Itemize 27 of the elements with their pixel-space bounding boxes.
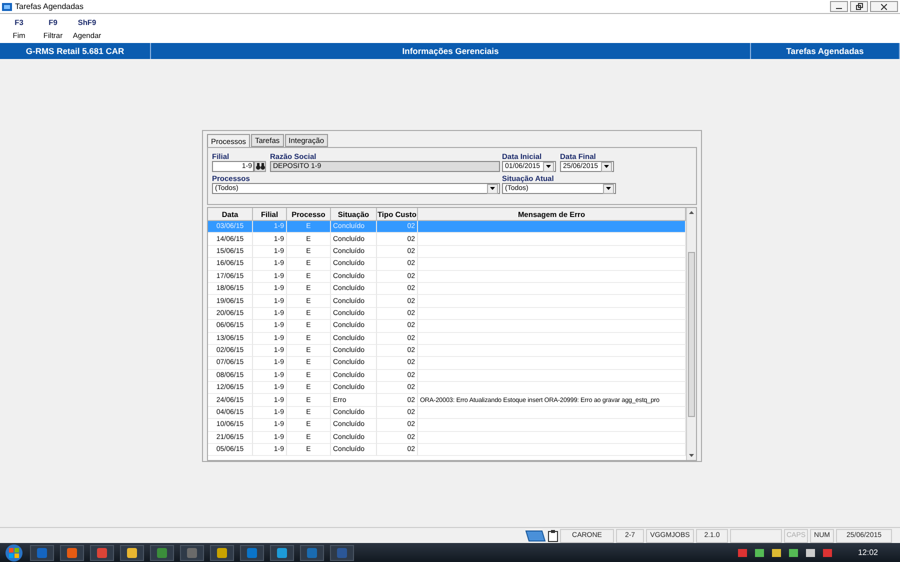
taskbar-app-icon[interactable]: [120, 544, 144, 560]
taskbar-app-icon[interactable]: [270, 544, 294, 560]
clock: 12:02: [858, 548, 878, 557]
window-title: Tarefas Agendadas: [15, 2, 84, 11]
restore-icon: [856, 3, 862, 10]
taskbar-app-icon[interactable]: [90, 544, 114, 560]
minimize-button[interactable]: [830, 1, 848, 12]
close-button[interactable]: [870, 1, 898, 12]
start-icon[interactable]: [4, 544, 24, 562]
screen-title: Tarefas Agendadas: [751, 43, 900, 59]
taskbar-app-icon[interactable]: [210, 544, 234, 560]
dropdown-caret-icon: [601, 162, 612, 172]
dropdown-caret-icon: [603, 184, 614, 194]
binoculars-icon[interactable]: [254, 161, 266, 172]
clipboard-icon: [548, 530, 558, 542]
restore-button[interactable]: [850, 1, 868, 12]
close-icon: [881, 4, 887, 10]
taskbar-app-icon[interactable]: [60, 544, 84, 560]
scrollbar-thumb[interactable]: [688, 252, 695, 416]
scroll-down-icon[interactable]: [689, 454, 694, 457]
app-icon: [2, 2, 12, 10]
scroll-up-icon[interactable]: [689, 211, 694, 214]
dropdown-caret-icon: [487, 184, 498, 194]
app-name: G-RMS Retail 5.681 CAR: [0, 43, 151, 59]
taskbar-app-icon[interactable]: [150, 544, 174, 560]
dropdown-caret-icon: [543, 162, 554, 172]
section-title: Informações Gerenciais: [151, 43, 751, 59]
